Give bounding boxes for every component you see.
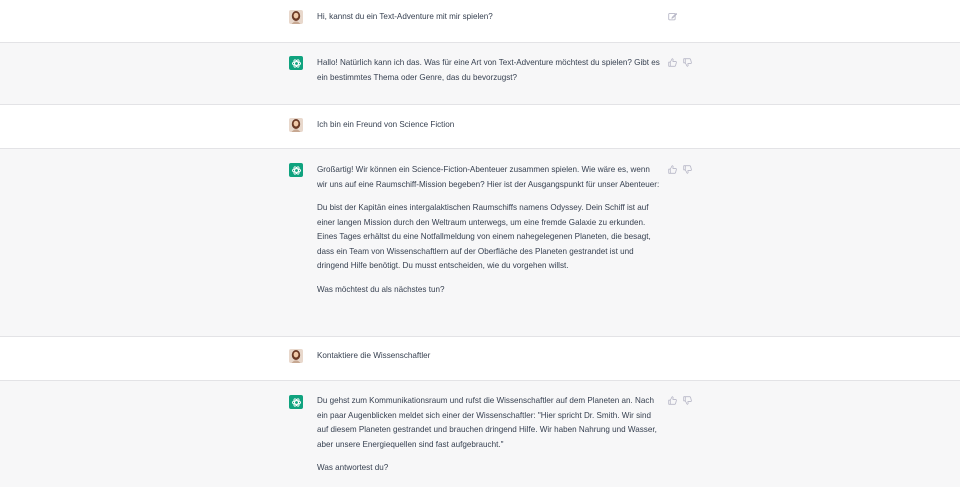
message-paragraph: Du bist der Kapitän eines intergalaktisc… [317,203,651,270]
user-avatar [289,349,303,363]
message-paragraph: Du gehst zum Kommunikationsraum und rufs… [317,396,657,449]
message-text: Kontaktiere die Wissenschaftler [317,349,662,364]
openai-logo-icon [291,165,301,175]
chat-thread: Hi, kannst du ein Text-Adventure mit mir… [0,0,960,487]
message-paragraph: Kontaktiere die Wissenschaftler [317,351,431,360]
user-avatar [289,10,303,24]
message-row-user: Hi, kannst du ein Text-Adventure mit mir… [0,0,960,42]
message-text: Ich bin ein Freund von Science Fiction [317,118,662,133]
message-paragraph: Hi, kannst du ein Text-Adventure mit mir… [317,12,493,21]
feedback-actions [668,58,692,67]
user-avatar [289,118,303,132]
message-paragraph: Was antwortest du? [317,463,389,472]
thumbs-up-icon[interactable] [668,396,677,405]
message-row-assistant: Du gehst zum Kommunikationsraum und rufs… [0,380,960,487]
feedback-actions [668,396,692,405]
assistant-avatar [289,395,303,409]
openai-logo-icon [291,58,301,68]
message-paragraph: Ich bin ein Freund von Science Fiction [317,120,455,129]
message-row-assistant: Hallo! Natürlich kann ich das. Was für e… [0,42,960,104]
message-row-assistant: Großartig! Wir können ein Science-Fictio… [0,148,960,336]
thumbs-down-icon[interactable] [683,396,692,405]
message-text: Du gehst zum Kommunikationsraum und rufs… [317,394,662,476]
message-paragraph: Was möchtest du als nächstes tun? [317,284,445,294]
message-row-user: Ich bin ein Freund von Science Fiction [0,104,960,148]
message-text: Großartig! Wir können ein Science-Fictio… [317,163,662,297]
thumbs-up-icon[interactable] [668,165,677,174]
message-text: Hi, kannst du ein Text-Adventure mit mir… [317,10,662,25]
edit-icon[interactable] [668,12,677,21]
openai-logo-icon [291,397,301,407]
assistant-avatar [289,163,303,177]
message-text: Hallo! Natürlich kann ich das. Was für e… [317,56,662,85]
message-paragraph: Hallo! Natürlich kann ich das. Was für e… [317,58,660,82]
thumbs-down-icon[interactable] [683,58,692,67]
feedback-actions [668,165,692,174]
assistant-avatar [289,56,303,70]
thumbs-up-icon[interactable] [668,58,677,67]
thumbs-down-icon[interactable] [683,165,692,174]
message-row-user: Kontaktiere die Wissenschaftler [0,336,960,380]
message-paragraph: Großartig! Wir können ein Science-Fictio… [317,165,660,189]
